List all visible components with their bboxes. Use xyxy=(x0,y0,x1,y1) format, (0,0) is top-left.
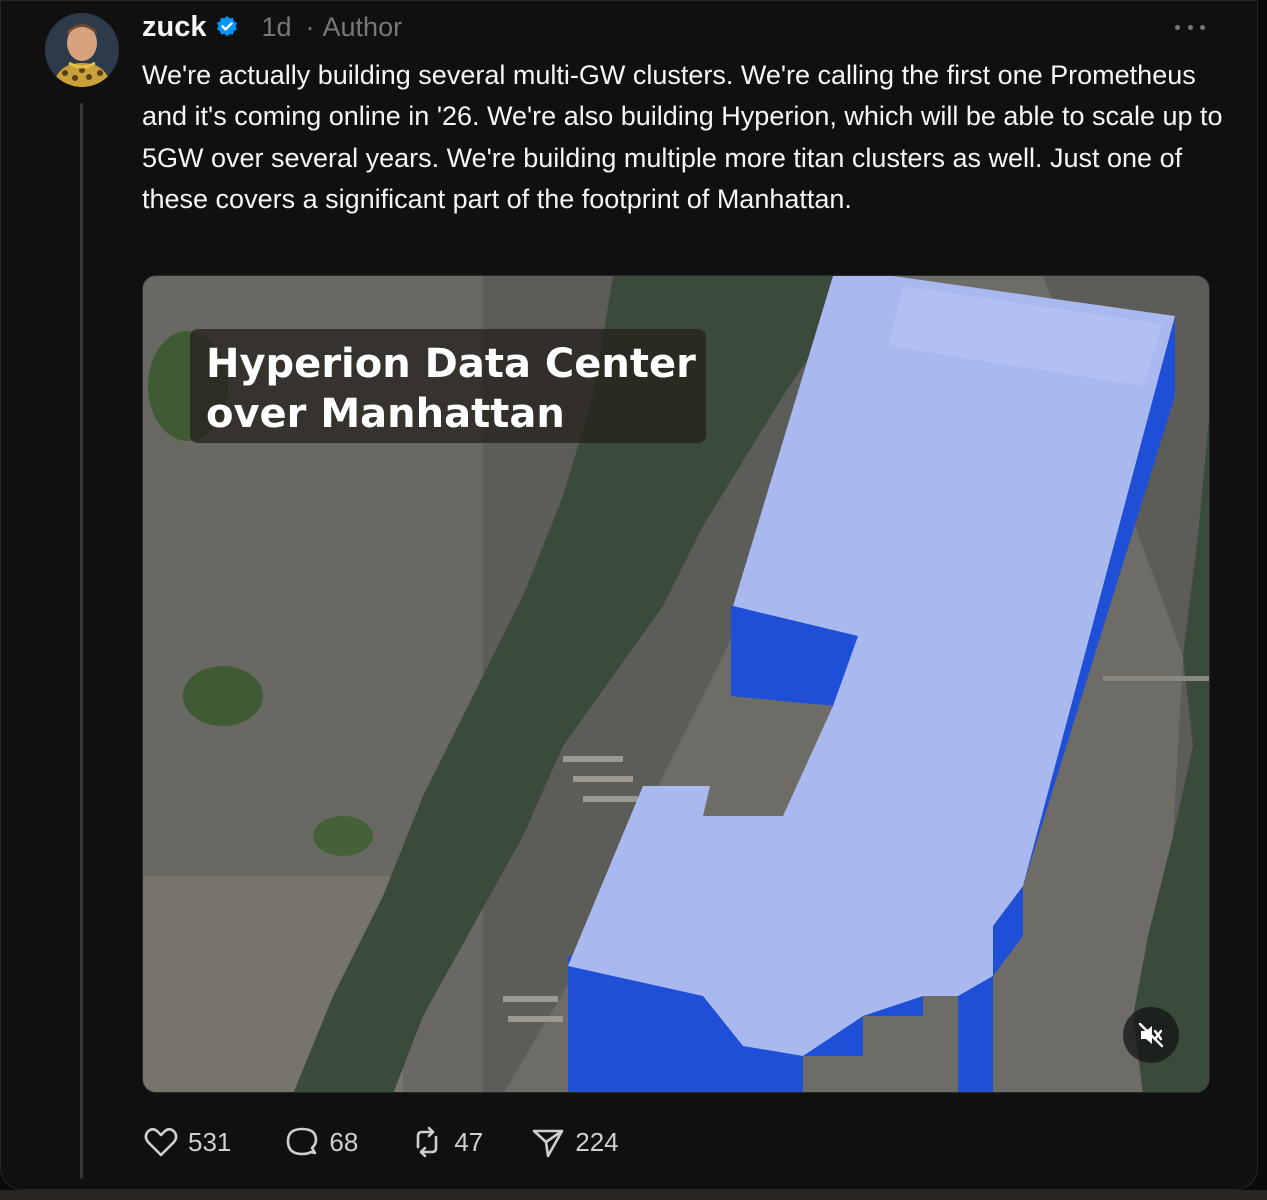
mute-toggle-button[interactable] xyxy=(1123,1007,1179,1063)
share-count: 224 xyxy=(575,1126,619,1157)
author-label: Author xyxy=(322,11,403,42)
reply-count: 68 xyxy=(329,1126,359,1157)
share-button[interactable]: 224 xyxy=(529,1119,619,1165)
post-video[interactable]: Hyperion Data Center over Manhattan xyxy=(142,275,1210,1093)
next-post-edge xyxy=(0,1190,1267,1200)
comment-icon xyxy=(287,1127,318,1156)
video-title-overlay: Hyperion Data Center over Manhattan xyxy=(190,329,706,443)
heart-icon xyxy=(144,1127,178,1157)
avatar[interactable] xyxy=(45,13,119,87)
post-body-text: We're actually building several multi-GW… xyxy=(142,60,1223,214)
more-dot xyxy=(1175,24,1180,30)
video-title-line-2: over Manhattan xyxy=(206,391,565,437)
repost-button[interactable]: 47 xyxy=(408,1119,483,1165)
more-options-button[interactable] xyxy=(1171,15,1209,39)
post-timestamp[interactable]: 1d xyxy=(261,12,291,43)
avatar-image xyxy=(45,13,119,87)
like-button[interactable]: 531 xyxy=(142,1119,231,1165)
header-separator: · xyxy=(305,11,315,42)
more-dot xyxy=(1200,24,1205,30)
send-icon xyxy=(532,1129,564,1158)
repost-count: 47 xyxy=(454,1126,484,1157)
username-link[interactable]: zuck xyxy=(142,11,206,44)
more-dot xyxy=(1187,24,1193,30)
post-header: zuck 1d · Author xyxy=(142,9,402,45)
reply-button[interactable]: 68 xyxy=(283,1119,358,1165)
post-actions: 531 68 47 224 xyxy=(142,1119,619,1165)
repost-icon xyxy=(417,1126,438,1158)
like-count: 531 xyxy=(188,1126,232,1157)
post-card: zuck 1d · Author We're actually building… xyxy=(0,0,1258,1190)
thread-line xyxy=(80,103,83,1179)
verified-badge-icon xyxy=(215,15,239,39)
video-title-line-1: Hyperion Data Center xyxy=(206,341,696,387)
speaker-muted-icon xyxy=(1138,1022,1164,1048)
